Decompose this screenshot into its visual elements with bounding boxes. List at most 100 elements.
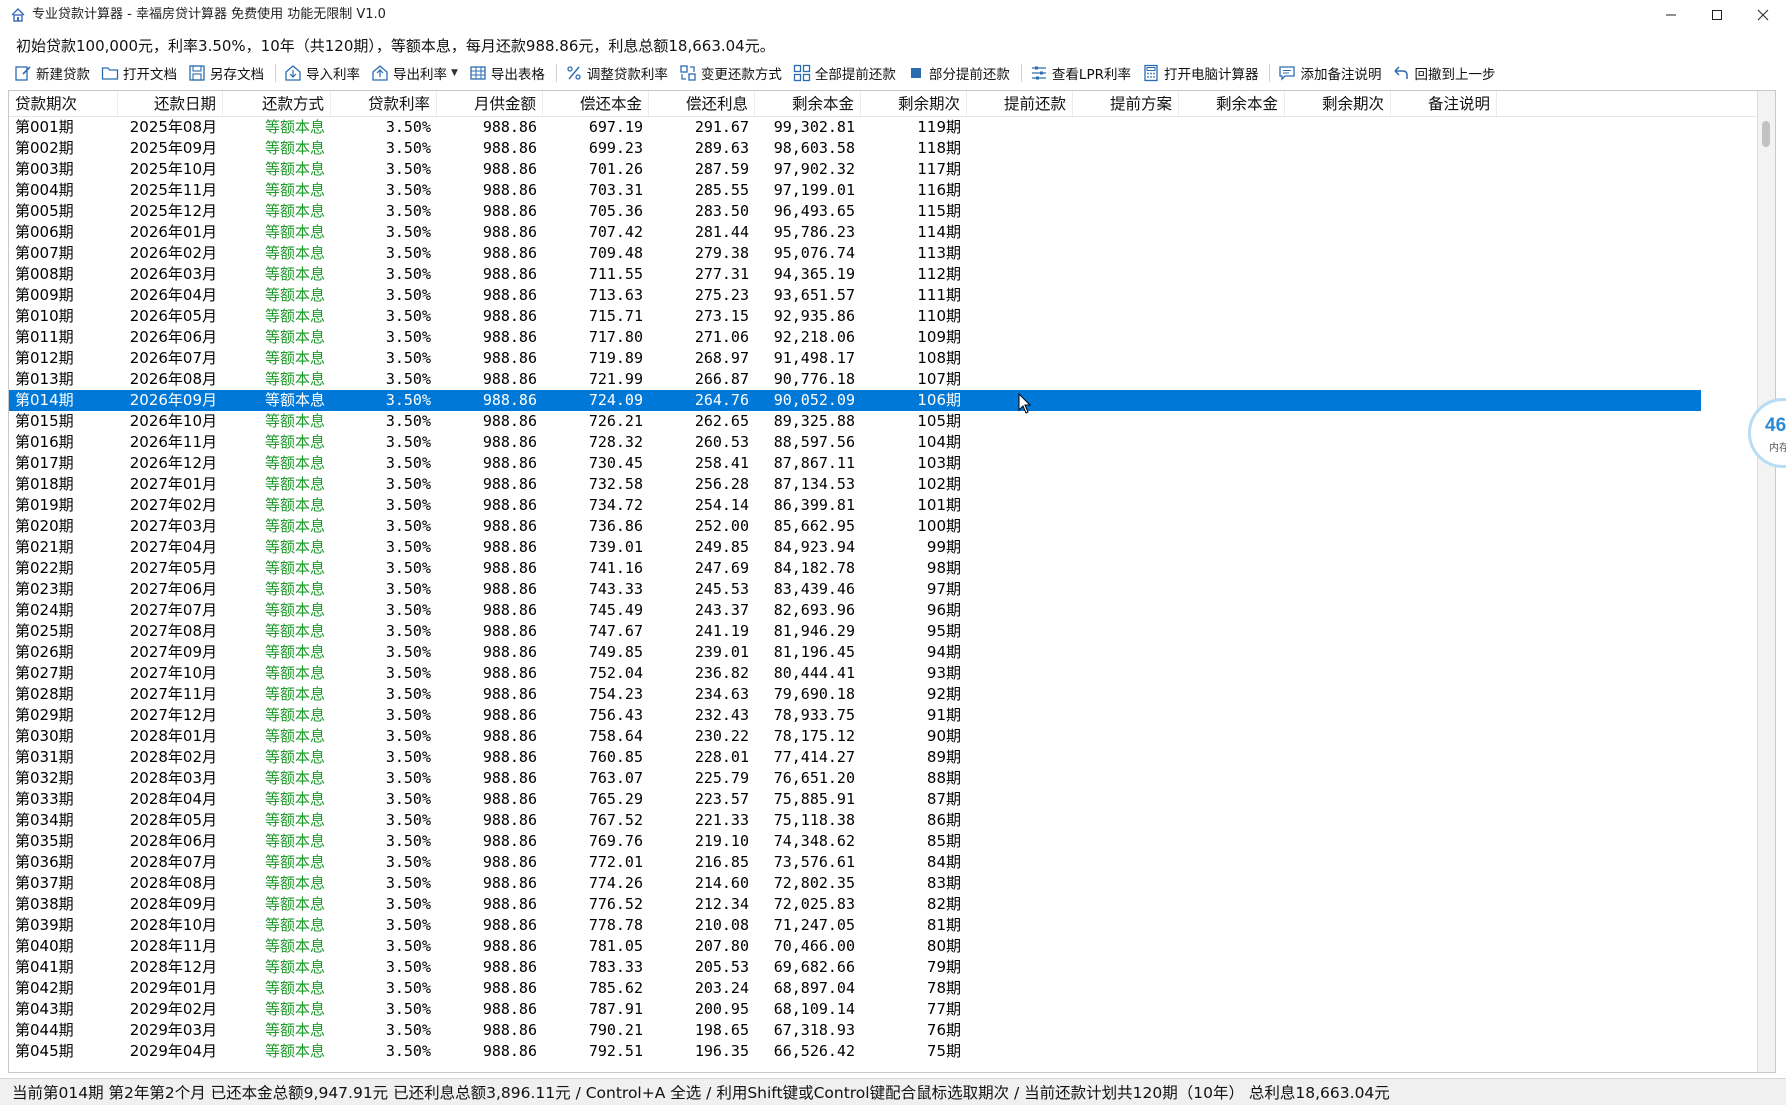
table-row[interactable]: 第020期 2027年03月 等额本息 3.50% 988.86 736.86 252.00… [9,516,1769,537]
open-calculator-button[interactable]: 打开电脑计算器 [1138,60,1263,86]
table-row[interactable]: 第026期 2027年09月 等额本息 3.50% 988.86 749.85 239.01… [9,642,1769,663]
table-row[interactable]: 第011期 2026年06月 等额本息 3.50% 988.86 717.80 271.06… [9,327,1769,348]
table-row-selected[interactable]: 第014期 2026年09月 等额本息 3.50% 988.86 724.09 264.76… [9,390,1701,411]
table-row[interactable]: 第044期 2029年03月 等额本息 3.50% 988.86 790.21 198.65… [9,1020,1769,1041]
table-cell: 2028年01月 [129,727,217,745]
table-cell: 75,118.38 [773,811,855,829]
add-note-button[interactable]: 添加备注说明 [1274,60,1385,86]
table-cell: 101期 [917,496,961,514]
table-row[interactable]: 第043期 2029年02月 等额本息 3.50% 988.86 787.91 200.95… [9,999,1769,1020]
table-row[interactable]: 第025期 2027年08月 等额本息 3.50% 988.86 747.67 241.19… [9,621,1769,642]
table-cell: 988.86 [482,937,537,955]
table-row[interactable]: 第008期 2026年03月 等额本息 3.50% 988.86 711.55 277.31… [9,264,1769,285]
table-row[interactable]: 第041期 2028年12月 等额本息 3.50% 988.86 783.33 205.53… [9,957,1769,978]
table-row[interactable]: 第034期 2028年05月 等额本息 3.50% 988.86 767.52 221.33… [9,810,1769,831]
table-cell: 68,897.04 [773,979,855,997]
adjust-rate-button[interactable]: 调整贷款利率 [561,60,672,86]
column-header[interactable]: 贷款期次 [9,91,118,116]
maximize-button[interactable] [1694,0,1740,30]
table-cell: 774.26 [588,874,643,892]
table-row[interactable]: 第042期 2029年01月 等额本息 3.50% 988.86 785.62 203.24… [9,978,1769,999]
table-row[interactable]: 第022期 2027年05月 等额本息 3.50% 988.86 741.16 247.69… [9,558,1769,579]
chevron-down-icon[interactable]: ▼ [451,68,458,78]
close-button[interactable] [1740,0,1786,30]
table-row[interactable]: 第030期 2028年01月 等额本息 3.50% 988.86 758.64 230.22… [9,726,1769,747]
undo-button[interactable]: 回撤到上一步 [1388,60,1499,86]
table-row[interactable]: 第017期 2026年12月 等额本息 3.50% 988.86 730.45 258.41… [9,453,1769,474]
partial-prepay-label: 部分提前还款 [928,67,1010,83]
table-row[interactable]: 第028期 2027年11月 等额本息 3.50% 988.86 754.23 234.63… [9,684,1769,705]
table-row[interactable]: 第036期 2028年07月 等额本息 3.50% 988.86 772.01 216.85… [9,852,1769,873]
table-row[interactable]: 第004期 2025年11月 等额本息 3.50% 988.86 703.31 285.55… [9,180,1769,201]
table-cell: 2025年11月 [129,181,217,199]
table-row[interactable]: 第019期 2027年02月 等额本息 3.50% 988.86 734.72 254.14… [9,495,1769,516]
save-as-label: 另存文档 [210,67,264,83]
table-row[interactable]: 第040期 2028年11月 等额本息 3.50% 988.86 781.05 207.80… [9,936,1769,957]
export-rate-button[interactable]: 导出利率 ▼ [367,60,462,86]
table-row[interactable]: 第027期 2027年10月 等额本息 3.50% 988.86 752.04 236.82… [9,663,1769,684]
column-header[interactable]: 剩余本金 [755,91,861,116]
table-row[interactable]: 第003期 2025年10月 等额本息 3.50% 988.86 701.26 287.59… [9,159,1769,180]
column-header[interactable]: 偿还本金 [543,91,649,116]
column-header[interactable]: 备注说明 [1391,91,1497,116]
column-header[interactable]: 贷款利率 [331,91,437,116]
table-cell: 93期 [926,664,961,682]
vertical-scrollbar[interactable] [1757,91,1775,1072]
table-cell: 等额本息 [264,538,325,556]
column-header[interactable]: 还款方式 [223,91,331,116]
table-row[interactable]: 第035期 2028年06月 等额本息 3.50% 988.86 769.76 219.10… [9,831,1769,852]
partial-prepay-button[interactable]: 部分提前还款 [903,60,1014,86]
table-row[interactable]: 第015期 2026年10月 等额本息 3.50% 988.86 726.21 262.65… [9,411,1769,432]
table-row[interactable]: 第006期 2026年01月 等额本息 3.50% 988.86 707.42 281.44… [9,222,1769,243]
table-row[interactable]: 第031期 2028年02月 等额本息 3.50% 988.86 760.85 228.01… [9,747,1769,768]
table-row[interactable]: 第002期 2025年09月 等额本息 3.50% 988.86 699.23 289.63… [9,138,1769,159]
export-table-button[interactable]: 导出表格 [465,60,549,86]
minimize-button[interactable] [1648,0,1694,30]
table-row[interactable]: 第016期 2026年11月 等额本息 3.50% 988.86 728.32 260.53… [9,432,1769,453]
table-cell: 2029年01月 [129,979,217,997]
view-lpr-button[interactable]: 查看LPR利率 [1026,60,1135,86]
column-header[interactable]: 剩余期次 [1285,91,1391,116]
table-row[interactable]: 第039期 2028年10月 等额本息 3.50% 988.86 778.78 210.08… [9,915,1769,936]
table-row[interactable]: 第007期 2026年02月 等额本息 3.50% 988.86 709.48 279.38… [9,243,1769,264]
column-header[interactable]: 剩余本金 [1179,91,1285,116]
column-header[interactable]: 剩余期次 [861,91,967,116]
table-row[interactable]: 第018期 2027年01月 等额本息 3.50% 988.86 732.58 256.28… [9,474,1769,495]
table-cell: 3.50% [385,265,431,283]
change-method-button[interactable]: 变更还款方式 [675,60,786,86]
folder-icon [101,67,119,80]
column-header[interactable]: 月供金额 [437,91,543,116]
new-loan-button[interactable]: 新建贷款 [10,60,94,86]
column-header[interactable]: 偿还利息 [649,91,755,116]
table-row[interactable]: 第033期 2028年04月 等额本息 3.50% 988.86 765.29 223.57… [9,789,1769,810]
open-document-button[interactable]: 打开文档 [97,60,181,86]
column-header[interactable]: 提前还款 [967,91,1073,116]
table-cell: 等额本息 [264,706,325,724]
table-row[interactable]: 第038期 2028年09月 等额本息 3.50% 988.86 776.52 212.34… [9,894,1769,915]
scrollbar-thumb[interactable] [1762,121,1770,147]
table-row[interactable]: 第012期 2026年07月 等额本息 3.50% 988.86 719.89 268.97… [9,348,1769,369]
save-as-button[interactable]: 另存文档 [184,60,268,86]
table-row[interactable]: 第037期 2028年08月 等额本息 3.50% 988.86 774.26 214.60… [9,873,1769,894]
table-cell: 3.50% [385,475,431,493]
table-row[interactable]: 第010期 2026年05月 等额本息 3.50% 988.86 715.71 273.15… [9,306,1769,327]
table-row[interactable]: 第024期 2027年07月 等额本息 3.50% 988.86 745.49 243.37… [9,600,1769,621]
table-row[interactable]: 第029期 2027年12月 等额本息 3.50% 988.86 756.43 232.43… [9,705,1769,726]
table-cell: 等额本息 [264,937,325,955]
import-rate-button[interactable]: 导入利率 [280,60,364,86]
column-header[interactable]: 还款日期 [118,91,223,116]
table-row[interactable]: 第001期 2025年08月 等额本息 3.50% 988.86 697.19 291.67… [9,117,1769,138]
column-header[interactable]: 提前方案 [1073,91,1179,116]
full-prepay-button[interactable]: 全部提前还款 [789,60,900,86]
table-row[interactable]: 第045期 2029年04月 等额本息 3.50% 988.86 792.51 196.35… [9,1041,1769,1062]
table-row[interactable]: 第023期 2027年06月 等额本息 3.50% 988.86 743.33 245.53… [9,579,1769,600]
table-row[interactable]: 第021期 2027年04月 等额本息 3.50% 988.86 739.01 249.85… [9,537,1769,558]
table-cell: 749.85 [588,643,643,661]
table-row[interactable]: 第032期 2028年03月 等额本息 3.50% 988.86 763.07 225.79… [9,768,1769,789]
table-cell: 第043期 [15,1000,74,1018]
table-row[interactable]: 第013期 2026年08月 等额本息 3.50% 988.86 721.99 266.87… [9,369,1769,390]
table-row[interactable]: 第005期 2025年12月 等额本息 3.50% 988.86 705.36 283.50… [9,201,1769,222]
table-cell: 241.19 [694,622,749,640]
table-row[interactable]: 第009期 2026年04月 等额本息 3.50% 988.86 713.63 275.23… [9,285,1769,306]
table-cell: 988.86 [482,391,537,409]
